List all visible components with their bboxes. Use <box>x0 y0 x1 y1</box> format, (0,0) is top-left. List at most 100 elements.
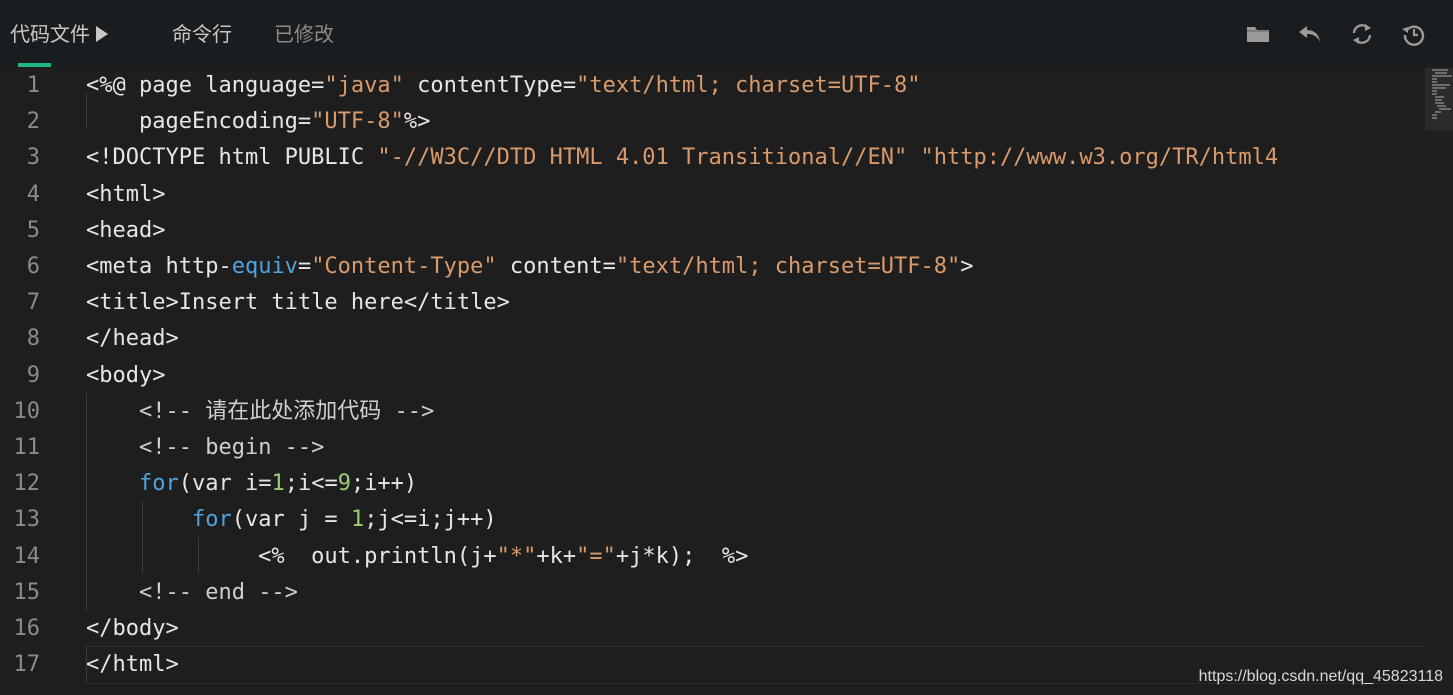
minimap-line <box>1435 111 1441 113</box>
code-token: ;i<= <box>284 471 338 497</box>
code-line[interactable]: <body> <box>86 358 165 394</box>
folder-icon <box>1247 27 1269 42</box>
line-number: 10 <box>13 398 41 424</box>
code-token: = <box>297 254 312 279</box>
line-number: 8 <box>26 326 40 352</box>
minimap-line <box>1432 84 1450 86</box>
minimap-line <box>1432 93 1437 95</box>
code-token: </html> <box>86 652 179 678</box>
code-token: content= <box>496 254 616 279</box>
code-line[interactable]: pageEncoding="UTF-8"%> <box>86 104 430 140</box>
minimap-line <box>1432 117 1437 119</box>
code-token: "Content-Type" <box>311 254 497 279</box>
refresh-button[interactable] <box>1348 20 1376 48</box>
line-number: 13 <box>13 507 41 533</box>
code-line[interactable]: </head> <box>86 321 179 357</box>
line-number: 7 <box>26 290 40 316</box>
code-token: > <box>960 254 974 279</box>
minimap-line <box>1432 75 1452 77</box>
code-token: <!-- begin --> <box>138 435 325 460</box>
code-token: contentType= <box>403 73 577 98</box>
code-token: ;i++) <box>350 471 418 497</box>
line-number: 1 <box>26 73 40 98</box>
code-area[interactable]: <%@ page language="java" contentType="te… <box>86 68 1425 695</box>
code-token: for <box>138 471 179 497</box>
tab-code-file-label: 代码文件 <box>10 22 90 46</box>
history-icon <box>1402 25 1425 46</box>
code-line[interactable]: <% out.println(j+"*"+k+"="+j*k); %> <box>86 539 748 575</box>
code-token: %> <box>403 109 431 135</box>
code-token: (var i= <box>178 471 272 497</box>
line-number: 12 <box>13 471 41 497</box>
code-token: 9 <box>337 471 351 497</box>
tab-command-line-label: 命令行 <box>172 22 232 46</box>
code-editor-app: 代码文件 命令行 已修改 1 2 3 4 5 6 7 8 9 10 11 12 … <box>0 0 1453 695</box>
code-token: +k+ <box>536 543 577 569</box>
code-token: </head> <box>86 326 179 352</box>
code-editor[interactable]: 1 2 3 4 5 6 7 8 9 10 11 12 13 14 15 16 17 <%@ page langu… <box>0 68 1425 695</box>
code-token: for <box>191 507 232 533</box>
code-token: "http://www.w3.org/TR/html4 <box>920 145 1279 171</box>
code-line[interactable]: <!DOCTYPE html PUBLIC "-//W3C//DTD HTML … <box>86 140 1278 176</box>
tab-code-file[interactable]: 代码文件 <box>10 0 108 68</box>
code-token: <!DOCTYPE html PUBLIC <box>86 145 378 171</box>
code-token: ;j<=i;j++) <box>364 507 497 533</box>
line-number: 4 <box>26 181 40 207</box>
code-line[interactable]: <title>Insert title here</title> <box>86 285 510 321</box>
code-line[interactable]: <head> <box>86 213 165 249</box>
line-number: 6 <box>26 254 40 279</box>
code-line[interactable]: </html> <box>86 647 179 683</box>
folder-button[interactable] <box>1244 20 1272 48</box>
line-number: 5 <box>26 217 40 243</box>
line-number: 14 <box>13 543 41 569</box>
top-toolbar: 代码文件 命令行 已修改 <box>0 0 1453 68</box>
play-icon[interactable] <box>96 26 108 42</box>
line-number: 16 <box>13 616 41 641</box>
code-token: 1 <box>271 471 285 497</box>
code-line[interactable]: <%@ page language="java" contentType="te… <box>86 68 920 104</box>
code-line[interactable]: </body> <box>86 611 179 647</box>
refresh-icon <box>1352 24 1372 44</box>
minimap-line <box>1435 99 1442 101</box>
tab-command-line[interactable]: 命令行 <box>172 0 232 68</box>
minimap-line <box>1437 105 1446 107</box>
code-line[interactable]: <meta http-equiv="Content-Type" content=… <box>86 249 973 285</box>
line-number: 17 <box>13 652 41 678</box>
code-line[interactable]: <!-- begin --> <box>86 430 324 466</box>
code-line[interactable]: <!-- 请在此处添加代码 --> <box>86 394 434 430</box>
code-line[interactable]: <html> <box>86 177 165 213</box>
history-button[interactable] <box>1400 20 1428 48</box>
code-token: <html> <box>86 181 166 207</box>
code-line[interactable]: for(var i=1;i<=9;i++) <box>86 466 417 502</box>
minimap[interactable] <box>1425 68 1453 695</box>
minimap-line <box>1432 114 1437 116</box>
minimap-line <box>1439 108 1451 110</box>
code-token: <meta http- <box>86 254 232 279</box>
code-token: <% out.println(j+ <box>86 543 497 569</box>
active-tab-indicator <box>18 63 51 67</box>
minimap-line <box>1435 102 1444 104</box>
line-number: 15 <box>13 579 41 605</box>
code-token: +j*k); %> <box>615 543 749 569</box>
code-token: <!-- end --> <box>138 579 298 605</box>
code-token: "=" <box>576 543 616 569</box>
code-token: <head> <box>86 217 166 243</box>
undo-button[interactable] <box>1296 20 1324 48</box>
minimap-line <box>1432 78 1437 80</box>
minimap-line <box>1432 81 1437 83</box>
code-token: (var j = <box>231 507 351 533</box>
code-token: <%@ page language= <box>86 73 325 98</box>
code-token: "java" <box>324 73 404 98</box>
code-line[interactable]: for(var j = 1;j<=i;j++) <box>86 502 497 538</box>
modified-status-label: 已修改 <box>274 22 334 46</box>
minimap-line <box>1435 96 1444 98</box>
code-line[interactable]: <!-- end --> <box>86 575 298 611</box>
code-token: <title>Insert title here</title> <box>86 290 510 316</box>
line-number: 3 <box>26 145 40 171</box>
